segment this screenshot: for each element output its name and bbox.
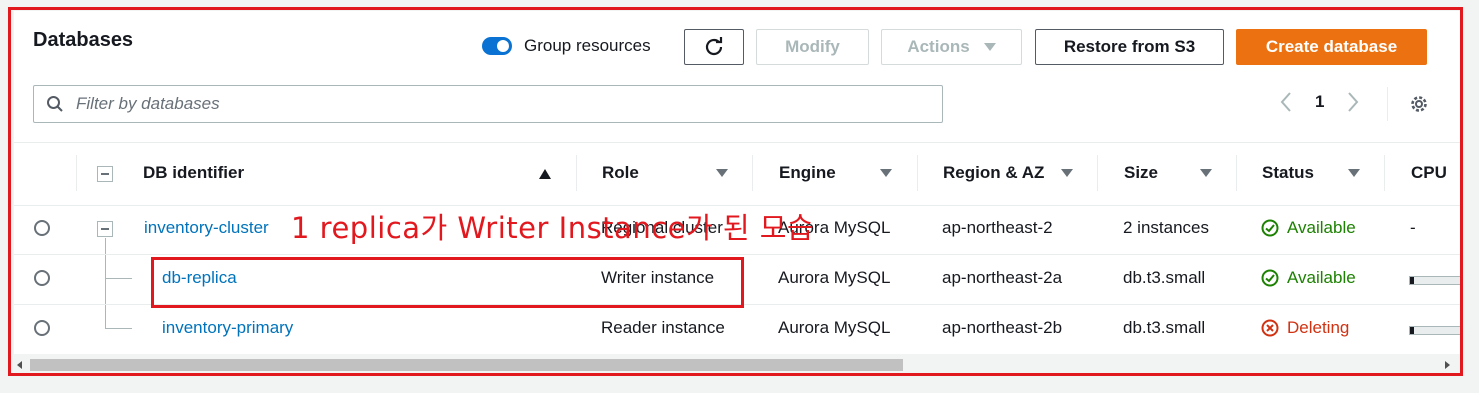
- group-resources-label: Group resources: [524, 36, 651, 55]
- column-separator: [1097, 155, 1098, 191]
- column-separator: [76, 155, 77, 191]
- region-cell: ap-northeast-2b: [942, 318, 1063, 337]
- search-input[interactable]: Filter by databases: [33, 85, 943, 123]
- sort-icon[interactable]: [1348, 169, 1360, 177]
- engine-cell: Aurora MySQL: [778, 318, 891, 337]
- size-cell: 2 instances: [1123, 218, 1209, 237]
- page-title: Databases: [33, 29, 134, 51]
- search-icon: [47, 96, 63, 112]
- search-placeholder: Filter by databases: [76, 94, 220, 113]
- row-select-radio[interactable]: [34, 320, 50, 336]
- db-identifier-link[interactable]: inventory-cluster: [144, 218, 269, 238]
- cpu-usage-bar: [1409, 326, 1462, 335]
- column-separator: [917, 155, 918, 191]
- region-cell: ap-northeast-2: [942, 218, 1053, 237]
- status-badge: Available: [1261, 268, 1356, 288]
- refresh-button[interactable]: [684, 29, 744, 65]
- modify-button[interactable]: Modify: [756, 29, 869, 65]
- column-engine[interactable]: Engine: [779, 163, 836, 183]
- pagination-divider: [1387, 87, 1388, 121]
- column-role[interactable]: Role: [602, 163, 639, 183]
- sort-ascending-icon[interactable]: [538, 168, 552, 180]
- horizontal-scrollbar[interactable]: [14, 354, 1462, 374]
- x-circle-icon: [1261, 319, 1279, 337]
- scroll-right-icon[interactable]: [1445, 361, 1450, 369]
- check-circle-icon: [1261, 269, 1279, 287]
- column-separator: [1236, 155, 1237, 191]
- create-database-button[interactable]: Create database: [1236, 29, 1427, 65]
- collapse-all-icon[interactable]: [97, 166, 113, 182]
- actions-button[interactable]: Actions: [881, 29, 1022, 65]
- column-region-az[interactable]: Region & AZ: [943, 163, 1044, 183]
- status-text: Deleting: [1287, 318, 1350, 337]
- scroll-left-icon[interactable]: [17, 361, 22, 369]
- toggle-switch[interactable]: [482, 37, 512, 55]
- sort-icon[interactable]: [1200, 169, 1212, 177]
- size-cell: db.t3.small: [1123, 268, 1206, 287]
- collapse-icon[interactable]: [97, 221, 113, 237]
- row-select-radio[interactable]: [34, 220, 50, 236]
- column-size[interactable]: Size: [1124, 163, 1158, 183]
- sort-icon[interactable]: [716, 169, 728, 177]
- chevron-right-icon[interactable]: [1346, 91, 1360, 113]
- column-separator: [752, 155, 753, 191]
- chevron-left-icon[interactable]: [1279, 91, 1293, 113]
- annotation-highlight-box: [151, 257, 744, 308]
- status-text: Available: [1287, 218, 1356, 237]
- table-header: DB identifier Role Engine Region & AZ Si…: [14, 142, 1462, 206]
- check-circle-icon: [1261, 219, 1279, 237]
- status-text: Available: [1287, 268, 1356, 287]
- table-row[interactable]: inventory-primary Reader instance Aurora…: [14, 304, 1462, 355]
- databases-panel: Databases Group resources Modify Actions…: [14, 11, 1462, 375]
- annotation-text: 1 replica가 Writer Instance가 된 모습: [291, 211, 815, 245]
- column-cpu[interactable]: CPU: [1411, 163, 1447, 183]
- column-separator: [576, 155, 577, 191]
- status-badge: Deleting: [1261, 318, 1349, 338]
- group-resources-toggle[interactable]: Group resources: [482, 36, 651, 56]
- page-number[interactable]: 1: [1315, 92, 1324, 112]
- status-badge: Available: [1261, 218, 1356, 238]
- caret-down-icon: [983, 43, 996, 51]
- cpu-usage-bar: [1409, 276, 1462, 285]
- column-separator: [1384, 155, 1385, 191]
- scrollbar-thumb[interactable]: [30, 359, 903, 371]
- role-cell: Reader instance: [601, 318, 725, 337]
- sort-icon[interactable]: [880, 169, 892, 177]
- row-select-radio[interactable]: [34, 270, 50, 286]
- gear-icon[interactable]: [1408, 93, 1430, 115]
- column-status[interactable]: Status: [1262, 163, 1314, 183]
- sort-icon[interactable]: [1061, 169, 1073, 177]
- refresh-icon: [705, 37, 723, 56]
- pagination: 1: [1279, 91, 1360, 113]
- size-cell: db.t3.small: [1123, 318, 1206, 337]
- column-db-identifier[interactable]: DB identifier: [143, 163, 244, 183]
- actions-label: Actions: [907, 37, 970, 56]
- cpu-cell: -: [1410, 218, 1416, 237]
- engine-cell: Aurora MySQL: [778, 268, 891, 287]
- db-identifier-link[interactable]: inventory-primary: [162, 318, 293, 338]
- region-cell: ap-northeast-2a: [942, 268, 1063, 287]
- restore-from-s3-button[interactable]: Restore from S3: [1035, 29, 1224, 65]
